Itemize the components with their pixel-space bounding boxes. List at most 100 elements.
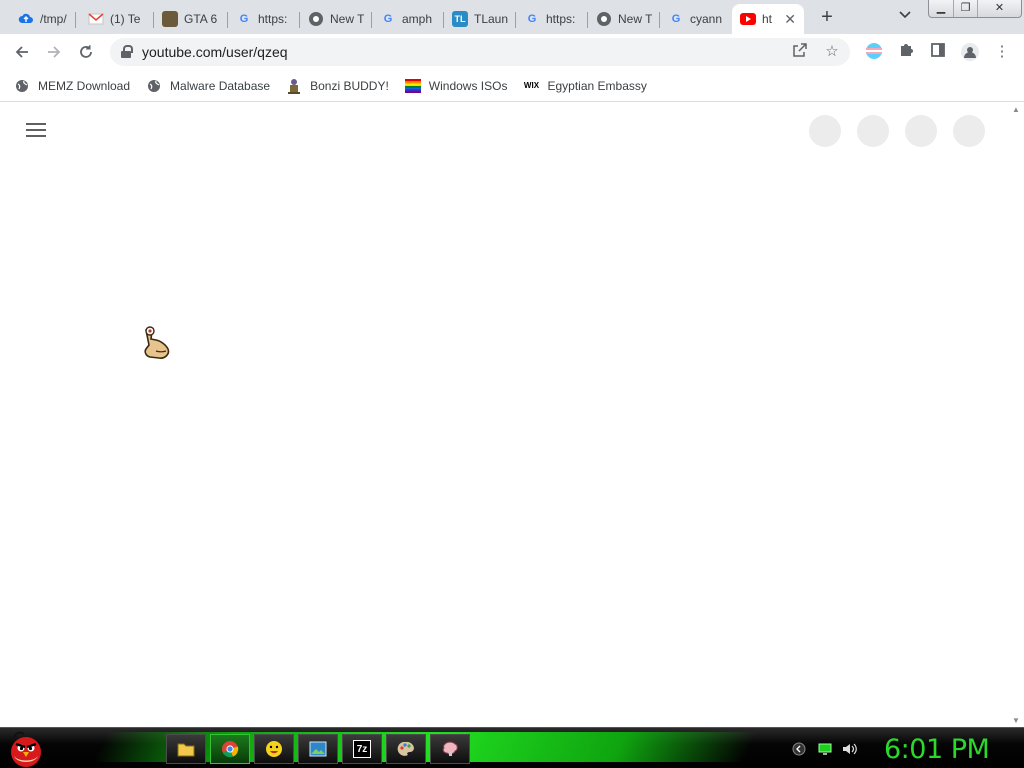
- reload-button[interactable]: [74, 40, 98, 64]
- brain-icon: [441, 740, 459, 758]
- tab-tlauncher[interactable]: TL TLaun: [444, 4, 516, 34]
- menu-hamburger-icon[interactable]: [26, 123, 46, 137]
- address-bar[interactable]: youtube.com/user/qzeq ☆: [110, 38, 850, 66]
- chrome-icon: [221, 740, 239, 758]
- paint-icon: [397, 740, 415, 758]
- restore-icon[interactable]: ❐: [953, 0, 977, 17]
- globe-icon: [146, 78, 162, 94]
- tab-youtube-active[interactable]: ht ✕: [732, 4, 804, 34]
- hand-cursor-icon: [140, 324, 180, 372]
- loading-placeholder-circle: [953, 115, 985, 147]
- forward-button[interactable]: [42, 40, 66, 64]
- tab-title: New T: [618, 12, 653, 26]
- tab-google-3[interactable]: G https:: [516, 4, 588, 34]
- youtube-icon: [740, 11, 756, 27]
- vertical-scrollbar[interactable]: ▲ ▼: [1008, 103, 1024, 727]
- scroll-up-arrow-icon[interactable]: ▲: [1012, 105, 1020, 114]
- tab-title: ht: [762, 12, 773, 26]
- tab-newtab-1[interactable]: New T: [300, 4, 372, 34]
- close-window-icon[interactable]: ✕: [977, 0, 1021, 17]
- bookmark-label: Egyptian Embassy: [547, 78, 647, 93]
- tlauncher-icon: TL: [452, 11, 468, 27]
- loading-placeholder-circle: [809, 115, 841, 147]
- browser-toolbar: youtube.com/user/qzeq ☆ ⋮: [0, 34, 1024, 70]
- close-tab-icon[interactable]: ✕: [784, 11, 796, 28]
- taskbar-paint[interactable]: [386, 734, 426, 764]
- tab-newtab-2[interactable]: New T: [588, 4, 660, 34]
- tab-title: /tmp/: [40, 12, 67, 26]
- globe-icon: [14, 78, 30, 94]
- chrome-icon: [308, 11, 324, 27]
- tab-search-chevron-icon[interactable]: [896, 8, 914, 26]
- tab-gmail[interactable]: (1) Te: [80, 4, 154, 34]
- bookmark-label: MEMZ Download: [38, 78, 131, 93]
- 7zip-icon: 7z: [353, 740, 371, 758]
- tab-google-2[interactable]: G amph: [372, 4, 444, 34]
- tab-google-4[interactable]: G cyann: [660, 4, 732, 34]
- tab-title: GTA 6: [184, 12, 218, 26]
- tab-title: https:: [258, 12, 288, 26]
- loading-placeholder-circle: [905, 115, 937, 147]
- google-icon: G: [383, 13, 393, 25]
- emoji-icon: [265, 740, 283, 758]
- lock-icon[interactable]: [120, 45, 134, 59]
- bookmark-label: Bonzi BUDDY!: [310, 78, 389, 93]
- tab-gta[interactable]: GTA 6: [154, 4, 228, 34]
- side-panel-icon[interactable]: [928, 42, 948, 62]
- taskbar-7zip[interactable]: 7z: [342, 734, 382, 764]
- new-tab-button[interactable]: +: [814, 6, 840, 28]
- rainbow-flag-icon: [404, 78, 421, 94]
- bookmark-bonzi-buddy[interactable]: Bonzi BUDDY!: [286, 78, 389, 94]
- google-icon: G: [671, 13, 681, 25]
- screen: /tmp/ (1) Te GTA 6 G https: New T G amph…: [0, 0, 1024, 768]
- back-button[interactable]: [10, 40, 34, 64]
- tab-tmp[interactable]: /tmp/: [10, 4, 76, 34]
- google-icon: G: [239, 13, 249, 25]
- bookmark-label: Malware Database: [170, 78, 271, 93]
- network-monitor-icon[interactable]: [818, 742, 832, 756]
- taskbar-chrome[interactable]: [210, 734, 250, 764]
- bonzi-icon: [286, 78, 302, 94]
- tab-google-1[interactable]: G https:: [228, 4, 300, 34]
- bookmarks-bar: MEMZ Download Malware Database Bonzi BUD…: [0, 70, 1024, 102]
- minimize-icon[interactable]: ▁: [929, 0, 953, 17]
- bookmark-egyptian-embassy[interactable]: WIX Egyptian Embassy: [523, 78, 647, 94]
- volume-icon[interactable]: [842, 742, 857, 756]
- bookmark-windows-isos[interactable]: Windows ISOs: [404, 78, 508, 94]
- cloud-upload-icon: [18, 11, 34, 27]
- url-text[interactable]: youtube.com/user/qzeq: [142, 44, 288, 60]
- taskbar-emoji-app[interactable]: [254, 734, 294, 764]
- chrome-menu-icon[interactable]: ⋮: [992, 42, 1012, 62]
- game-thumbnail-icon: [162, 11, 178, 27]
- tray-back-icon[interactable]: [792, 742, 806, 756]
- share-icon[interactable]: [790, 42, 810, 62]
- bookmark-malware-database[interactable]: Malware Database: [146, 78, 270, 94]
- tab-title: New T: [330, 12, 365, 26]
- tab-title: TLaun: [474, 12, 509, 26]
- taskbar-folder[interactable]: [166, 734, 206, 764]
- bookmark-label: Windows ISOs: [428, 78, 508, 93]
- window-controls: ▁ ❐ ✕: [928, 0, 1022, 18]
- page-content: [0, 103, 1008, 727]
- taskbar-brain-app[interactable]: [430, 734, 470, 764]
- scroll-down-arrow-icon[interactable]: ▼: [1012, 716, 1020, 725]
- folder-icon: [177, 740, 195, 758]
- wix-icon: WIX: [523, 81, 540, 90]
- bookmark-memz[interactable]: MEMZ Download: [14, 78, 130, 94]
- tab-title: cyann: [690, 12, 723, 26]
- start-button-angry-bird-icon[interactable]: [6, 730, 46, 768]
- taskbar-image-viewer[interactable]: [298, 734, 338, 764]
- gmail-icon: [88, 11, 104, 27]
- chrome-icon: [596, 11, 612, 27]
- profile-avatar-icon[interactable]: [960, 42, 980, 62]
- extensions-puzzle-icon[interactable]: [896, 42, 916, 62]
- bookmark-star-icon[interactable]: ☆: [822, 42, 842, 62]
- taskbar-clock[interactable]: 6:01 PM: [884, 734, 990, 765]
- image-viewer-icon: [309, 740, 327, 758]
- taskbar: 7z 6:01 PM: [0, 727, 1024, 768]
- tab-title: amph: [402, 12, 433, 26]
- tab-title: (1) Te: [110, 12, 141, 26]
- extension-flag-icon[interactable]: [864, 42, 884, 62]
- tab-title: https:: [546, 12, 576, 26]
- loading-placeholder-circle: [857, 115, 889, 147]
